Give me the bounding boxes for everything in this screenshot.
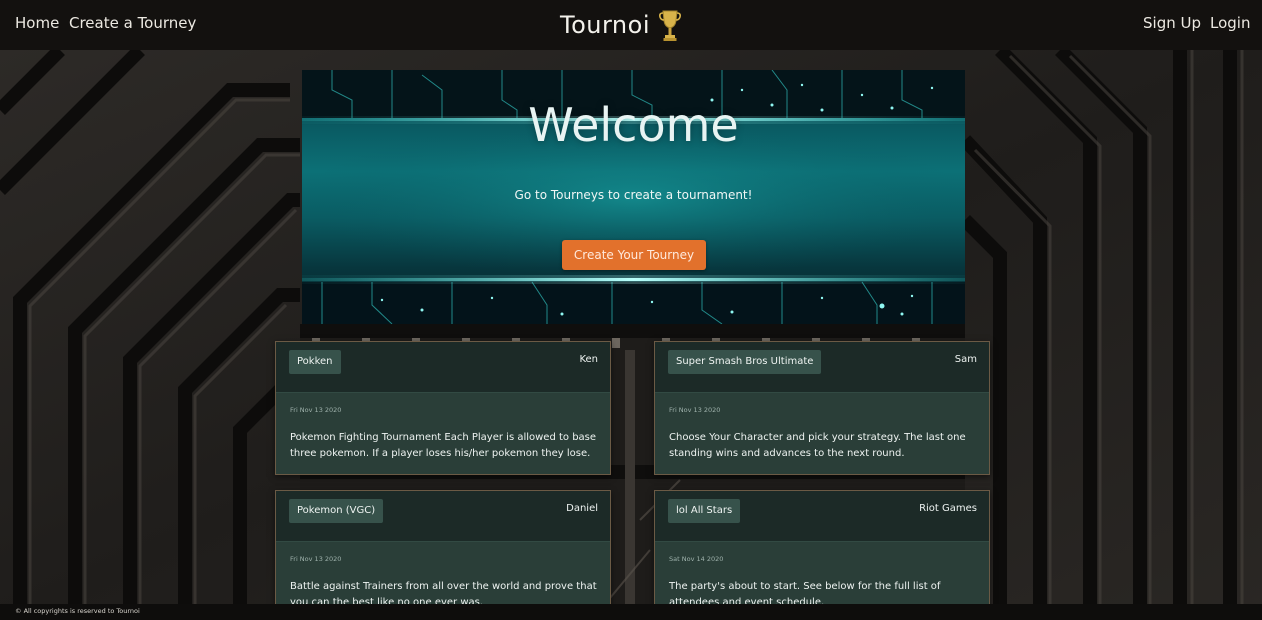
- tourney-card[interactable]: Pokemon (VGC) Daniel Fri Nov 13 2020 Bat…: [275, 490, 611, 620]
- tourney-card[interactable]: Super Smash Bros Ultimate Sam Fri Nov 13…: [654, 341, 990, 475]
- footer: © All copyrights is reserved to Tournoi: [0, 604, 1262, 620]
- card-header: Pokken Ken: [276, 342, 610, 393]
- nav-login-link[interactable]: Login: [1210, 14, 1250, 32]
- card-owner: Riot Games: [919, 503, 977, 514]
- card-date: Fri Nov 13 2020: [290, 406, 342, 414]
- hero-subtitle: Go to Tourneys to create a tournament!: [514, 188, 753, 202]
- card-game-tag: Super Smash Bros Ultimate: [668, 350, 822, 374]
- card-owner: Daniel: [566, 503, 598, 514]
- card-header: lol All Stars Riot Games: [655, 491, 989, 542]
- card-date: Sat Nov 14 2020: [669, 555, 724, 563]
- card-owner: Sam: [954, 354, 977, 365]
- page: Home Create a Tourney Tournoi Sign Up Lo…: [0, 0, 1262, 620]
- brand-title: Tournoi: [560, 11, 650, 39]
- hero-title: Welcome: [528, 98, 739, 152]
- navbar: Home Create a Tourney Tournoi Sign Up Lo…: [0, 0, 1262, 50]
- card-description: Pokemon Fighting Tournament Each Player …: [290, 432, 597, 459]
- card-header: Super Smash Bros Ultimate Sam: [655, 342, 989, 393]
- card-date: Fri Nov 13 2020: [290, 555, 342, 563]
- nav-signup-link[interactable]: Sign Up: [1143, 14, 1201, 32]
- tourney-card[interactable]: lol All Stars Riot Games Sat Nov 14 2020…: [654, 490, 990, 620]
- hero-banner: Welcome Go to Tourneys to create a tourn…: [302, 70, 965, 324]
- card-description: Choose Your Character and pick your stra…: [669, 432, 966, 459]
- trophy-icon: [658, 10, 681, 41]
- card-date: Fri Nov 13 2020: [669, 406, 721, 414]
- tourney-card[interactable]: Pokken Ken Fri Nov 13 2020 Pokemon Fight…: [275, 341, 611, 475]
- card-game-tag: lol All Stars: [668, 499, 741, 523]
- create-your-tourney-button[interactable]: Create Your Tourney: [562, 240, 706, 270]
- card-header: Pokemon (VGC) Daniel: [276, 491, 610, 542]
- brand[interactable]: Tournoi: [560, 6, 682, 44]
- card-owner: Ken: [579, 354, 598, 365]
- nav-home-link[interactable]: Home: [15, 14, 59, 32]
- nav-create-tourney-link[interactable]: Create a Tourney: [69, 14, 196, 32]
- card-game-tag: Pokken: [289, 350, 341, 374]
- footer-copyright: © All copyrights is reserved to Tournoi: [15, 607, 140, 615]
- card-game-tag: Pokemon (VGC): [289, 499, 384, 523]
